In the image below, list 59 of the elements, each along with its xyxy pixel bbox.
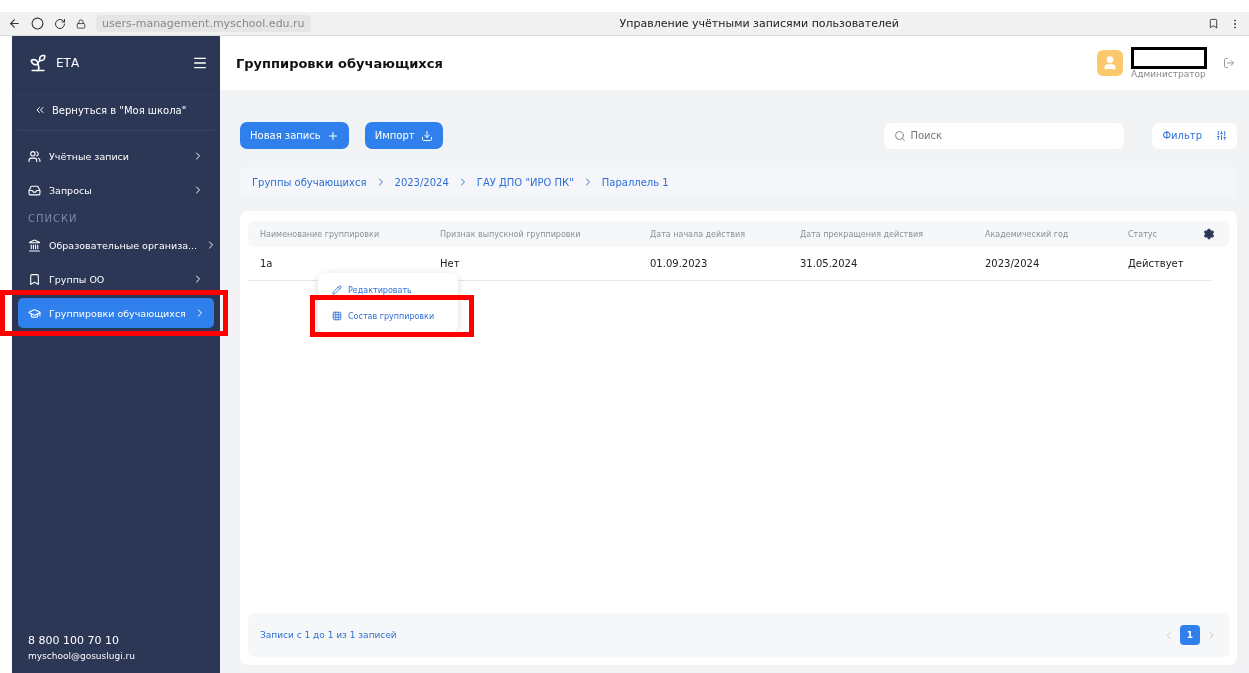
logo-icon (28, 52, 48, 73)
records-summary: Записи с 1 до 1 из 1 записей (260, 630, 398, 640)
settings-icon[interactable] (1203, 228, 1215, 240)
download-icon (420, 129, 433, 142)
inbox-icon (28, 183, 41, 197)
menu-item[interactable]: Редактировать (318, 277, 458, 303)
pencil-icon (332, 285, 342, 295)
logout-icon[interactable] (1223, 57, 1235, 69)
search-icon (894, 129, 907, 142)
table-cell-text: 01.09.2023 (650, 258, 709, 269)
grid-icon (332, 311, 342, 321)
graduation-cap-icon (28, 306, 41, 320)
breadcrumb-link[interactable]: Параллель 1 (601, 176, 669, 188)
breadcrumb-link[interactable]: ГАУ ДПО "ИРО ПК" (476, 176, 574, 188)
page-title: Управление учётными записями пользователей (618, 17, 900, 30)
column-header: Дата прекращения действия (800, 229, 924, 239)
toolbar-button[interactable]: Новая запись (240, 122, 349, 149)
plus-icon (326, 129, 339, 142)
page-heading: Группировки обучающихся (236, 55, 444, 71)
section-label: СПИСКИ (27, 212, 79, 226)
column-header: Наименование группировки (260, 229, 381, 239)
building-icon (28, 238, 41, 252)
email-address: myschool@gosuslugi.ru (28, 651, 136, 661)
avatar (1097, 50, 1123, 76)
lock-icon (76, 18, 86, 29)
toolbar-button[interactable]: Импорт (364, 122, 443, 149)
user-role: Администратор (1131, 69, 1207, 79)
logo-text: ЕТА (56, 55, 81, 70)
sliders-icon (1216, 130, 1227, 141)
sidebar-item[interactable]: Группировки обучающихся (18, 298, 214, 328)
address-bar[interactable]: users-management.myschool.edu.ru (96, 15, 311, 32)
column-header: Признак выпускной группировки (440, 229, 582, 239)
table-cell-text: 31.05.2024 (800, 258, 859, 269)
column-header: Академический год (985, 229, 1070, 239)
breadcrumb-link[interactable]: Группы обучающихся (252, 176, 367, 188)
bookmark-icon (28, 272, 41, 286)
sidebar-item[interactable]: Учётные записи (18, 141, 214, 171)
reload-icon[interactable] (54, 17, 66, 30)
search-field[interactable]: Поиск (884, 122, 1125, 149)
phone-number: 8 800 100 70 10 (28, 634, 120, 647)
double-chevron-icon (34, 104, 46, 116)
breadcrumb-link[interactable]: 2023/2024 (394, 176, 449, 188)
table-cell-text: 1а (260, 258, 274, 269)
column-header: Статус (1128, 229, 1158, 239)
sidebar-item[interactable]: Группы ОО (18, 264, 214, 294)
filter-button[interactable]: Фильтр (1152, 122, 1237, 149)
sidebar-item[interactable]: Образовательные организа... (18, 230, 214, 260)
table-cell-text: 2023/2024 (985, 258, 1041, 269)
table-cell: Действует (1128, 258, 1185, 269)
people-icon (28, 149, 41, 163)
column-header: Дата начала действия (650, 229, 746, 239)
table-cell-text: Нет (440, 258, 461, 269)
page-button[interactable]: 1 (1180, 625, 1200, 645)
back-icon[interactable] (8, 17, 21, 30)
back-link[interactable]: Вернуться в "Моя школа" (18, 90, 214, 131)
sidebar-item[interactable]: Запросы (18, 175, 214, 205)
browser-logo-icon[interactable] (31, 17, 44, 30)
menu-item[interactable]: Состав группировки (318, 303, 458, 329)
bookmark-icon[interactable] (1208, 18, 1219, 29)
